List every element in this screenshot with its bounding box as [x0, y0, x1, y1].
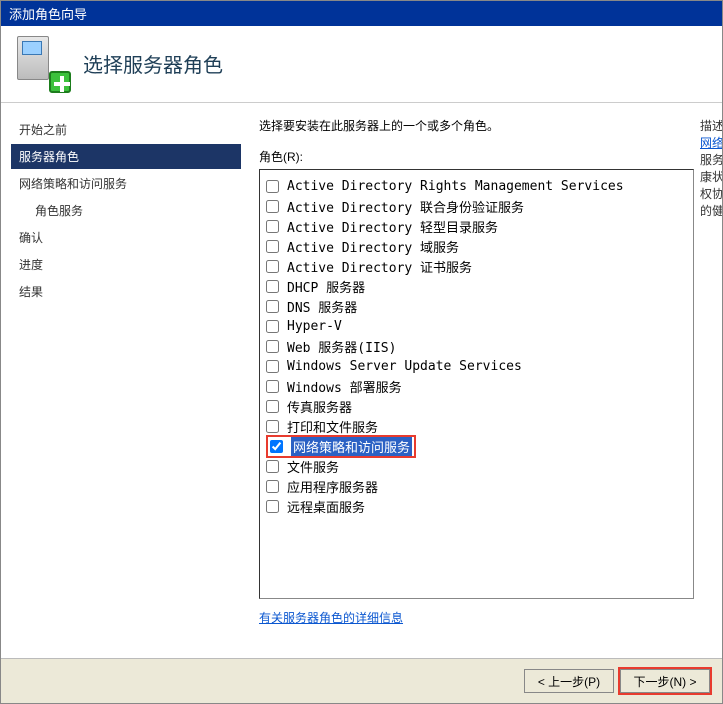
role-label: DHCP 服务器: [287, 277, 365, 296]
role-checkbox[interactable]: [266, 360, 279, 373]
role-checkbox[interactable]: [266, 300, 279, 313]
server-role-icon: [17, 36, 65, 90]
role-label: Windows Server Update Services: [287, 359, 522, 374]
role-row[interactable]: Active Directory 联合身份验证服务: [264, 196, 689, 216]
role-checkbox[interactable]: [266, 260, 279, 273]
description-line: 的健: [700, 202, 722, 219]
role-row[interactable]: Active Directory Rights Management Servi…: [264, 176, 689, 196]
role-row[interactable]: DHCP 服务器: [264, 276, 689, 296]
role-checkbox[interactable]: [266, 240, 279, 253]
role-label: 文件服务: [287, 457, 339, 476]
description-line: 服务: [700, 151, 722, 168]
role-row[interactable]: Windows 部署服务: [264, 376, 689, 396]
role-label: Active Directory 轻型目录服务: [287, 217, 498, 236]
roles-label: 角色(R):: [259, 148, 694, 165]
role-row[interactable]: 传真服务器: [264, 396, 689, 416]
sidebar-item-0[interactable]: 开始之前: [11, 117, 241, 142]
sidebar-item-6[interactable]: 结果: [11, 279, 241, 304]
description-line: 权协: [700, 185, 722, 202]
role-highlight-box: 网络策略和访问服务: [266, 435, 416, 458]
role-row[interactable]: 应用程序服务器: [264, 476, 689, 496]
description-link[interactable]: 网络: [700, 136, 722, 150]
role-label: Active Directory 证书服务: [287, 257, 472, 276]
wizard-window: 添加角色向导 选择服务器角色 开始之前服务器角色网络策略和访问服务角色服务确认进…: [0, 0, 723, 704]
role-row[interactable]: Hyper-V: [264, 316, 689, 336]
back-button[interactable]: < 上一步(P): [524, 669, 614, 693]
role-label: 应用程序服务器: [287, 477, 378, 496]
description-heading: 描述: [700, 117, 722, 134]
role-row[interactable]: 网络策略和访问服务: [264, 436, 689, 456]
sidebar-item-5[interactable]: 进度: [11, 252, 241, 277]
description-panel: 描述 网络 服务 康状 权协 的健: [698, 103, 722, 658]
role-checkbox[interactable]: [270, 440, 283, 453]
wizard-footer: < 上一步(P) 下一步(N) >: [1, 658, 722, 703]
role-row[interactable]: 文件服务: [264, 456, 689, 476]
wizard-body: 开始之前服务器角色网络策略和访问服务角色服务确认进度结果 选择要安装在此服务器上…: [1, 103, 722, 658]
role-checkbox[interactable]: [266, 480, 279, 493]
role-checkbox[interactable]: [266, 420, 279, 433]
role-row[interactable]: Active Directory 证书服务: [264, 256, 689, 276]
role-row[interactable]: Web 服务器(IIS): [264, 336, 689, 356]
role-checkbox[interactable]: [266, 180, 279, 193]
role-checkbox[interactable]: [266, 400, 279, 413]
role-label: 网络策略和访问服务: [291, 437, 412, 456]
role-label: Web 服务器(IIS): [287, 337, 396, 356]
role-row[interactable]: Active Directory 域服务: [264, 236, 689, 256]
sidebar-item-2[interactable]: 网络策略和访问服务: [11, 171, 241, 196]
role-label: 打印和文件服务: [287, 417, 378, 436]
instruction-text: 选择要安装在此服务器上的一个或多个角色。: [259, 117, 694, 134]
role-checkbox[interactable]: [266, 500, 279, 513]
role-label: Active Directory Rights Management Servi…: [287, 179, 624, 194]
role-label: Active Directory 联合身份验证服务: [287, 197, 524, 216]
window-title: 添加角色向导: [9, 7, 87, 22]
roles-info-link[interactable]: 有关服务器角色的详细信息: [259, 611, 403, 625]
role-row[interactable]: 打印和文件服务: [264, 416, 689, 436]
main-panel: 选择要安装在此服务器上的一个或多个角色。 角色(R): Active Direc…: [241, 103, 698, 658]
role-label: 传真服务器: [287, 397, 352, 416]
next-button[interactable]: 下一步(N) >: [620, 669, 710, 693]
sidebar-item-4[interactable]: 确认: [11, 225, 241, 250]
role-label: Hyper-V: [287, 319, 342, 334]
role-row[interactable]: DNS 服务器: [264, 296, 689, 316]
role-row[interactable]: Windows Server Update Services: [264, 356, 689, 376]
sidebar-item-3[interactable]: 角色服务: [11, 198, 241, 223]
role-checkbox[interactable]: [266, 280, 279, 293]
wizard-header: 选择服务器角色: [1, 26, 722, 103]
role-checkbox[interactable]: [266, 220, 279, 233]
role-label: 远程桌面服务: [287, 497, 365, 516]
role-checkbox[interactable]: [266, 460, 279, 473]
description-line: 康状: [700, 168, 722, 185]
role-checkbox[interactable]: [266, 320, 279, 333]
sidebar-item-1[interactable]: 服务器角色: [11, 144, 241, 169]
sidebar: 开始之前服务器角色网络策略和访问服务角色服务确认进度结果: [1, 103, 241, 658]
roles-listbox[interactable]: Active Directory Rights Management Servi…: [259, 169, 694, 599]
role-label: DNS 服务器: [287, 297, 357, 316]
role-checkbox[interactable]: [266, 340, 279, 353]
role-label: Windows 部署服务: [287, 377, 402, 396]
role-checkbox[interactable]: [266, 200, 279, 213]
role-row[interactable]: Active Directory 轻型目录服务: [264, 216, 689, 236]
role-checkbox[interactable]: [266, 380, 279, 393]
titlebar: 添加角色向导: [1, 1, 722, 26]
page-title: 选择服务器角色: [83, 49, 223, 78]
role-label: Active Directory 域服务: [287, 237, 459, 256]
role-row[interactable]: 远程桌面服务: [264, 496, 689, 516]
